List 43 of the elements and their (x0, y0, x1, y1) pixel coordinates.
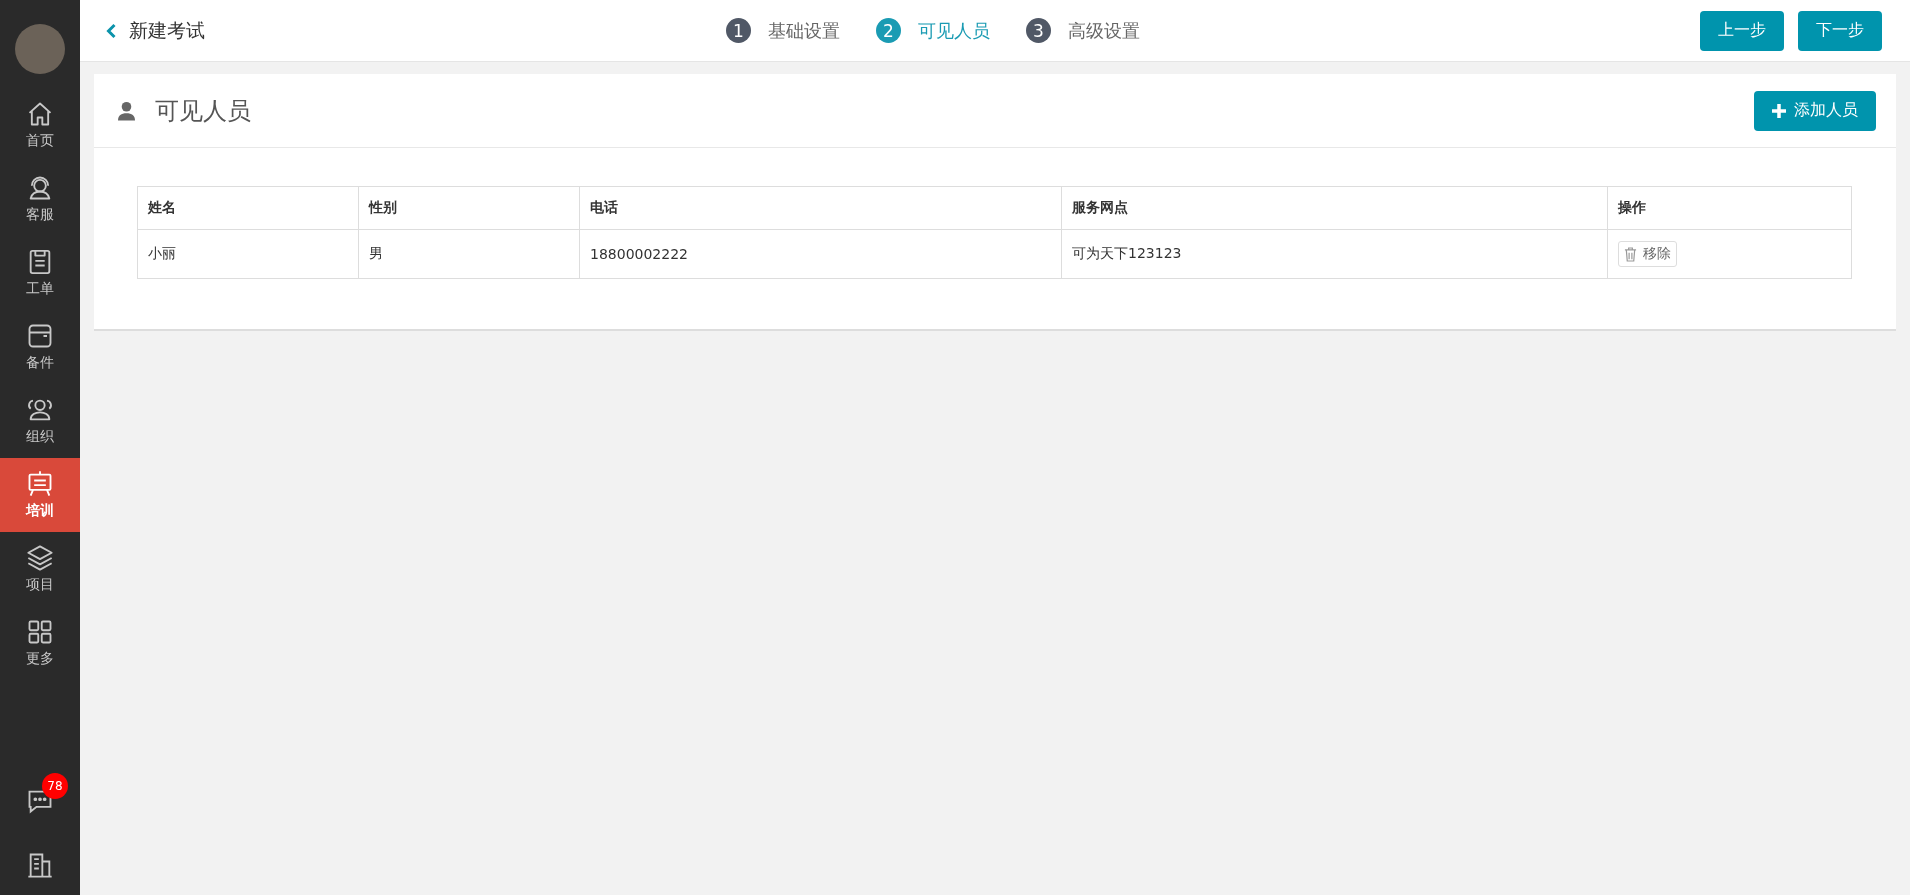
step-number: 1 (726, 18, 751, 43)
step-button[interactable]: 下一步 (1798, 10, 1882, 51)
table-cell: 小丽 (148, 245, 176, 261)
nav-item[interactable]: 备件 (0, 310, 80, 384)
nav-item[interactable]: 培训 (0, 458, 80, 532)
column-header: 电话 (590, 199, 618, 215)
add-person-button[interactable]: 添加人员 (1754, 90, 1876, 131)
avatar-photo (15, 24, 65, 74)
box-icon (26, 322, 54, 350)
remove-button[interactable]: 移除 (1618, 241, 1677, 267)
nav-item[interactable]: 首页 (0, 88, 80, 162)
layers-icon (26, 544, 54, 572)
nav-item[interactable]: 项目 (0, 532, 80, 606)
step-tab[interactable]: 3 高级设置 (1026, 18, 1140, 43)
step-label: 可见人员 (918, 18, 990, 43)
notification-badge: 78 (42, 773, 68, 799)
plus-icon (1772, 103, 1786, 118)
nav-item[interactable]: 工单 (0, 236, 80, 310)
easel-icon (26, 470, 54, 498)
home-icon (26, 100, 54, 128)
nav-item[interactable]: 组织 (0, 384, 80, 458)
user-icon (118, 100, 135, 121)
page-title: 新建考试 (129, 17, 205, 43)
step-label: 基础设置 (768, 18, 840, 43)
column-header: 服务网点 (1072, 199, 1128, 215)
building-icon[interactable] (26, 851, 54, 879)
nav-item[interactable]: 更多 (0, 606, 80, 680)
step-label: 高级设置 (1068, 18, 1140, 43)
table-cell: 男 (369, 245, 383, 261)
table-cell: 可为天下123123 (1072, 245, 1182, 261)
grid-icon (26, 618, 54, 646)
panel-title: 可见人员 (155, 95, 252, 127)
step-number: 3 (1026, 18, 1051, 43)
nav-item[interactable]: 客服 (0, 162, 80, 236)
table-cell: 18800002222 (590, 246, 688, 262)
column-header: 姓名 (148, 199, 176, 215)
trash-icon (1624, 246, 1637, 262)
step-number: 2 (876, 18, 901, 43)
step-button[interactable]: 上一步 (1700, 10, 1784, 51)
column-header: 操作 (1618, 199, 1646, 215)
step-tab[interactable]: 1 基础设置 (726, 18, 840, 43)
back-chevron-icon[interactable] (106, 22, 117, 39)
column-header: 性别 (369, 199, 397, 215)
